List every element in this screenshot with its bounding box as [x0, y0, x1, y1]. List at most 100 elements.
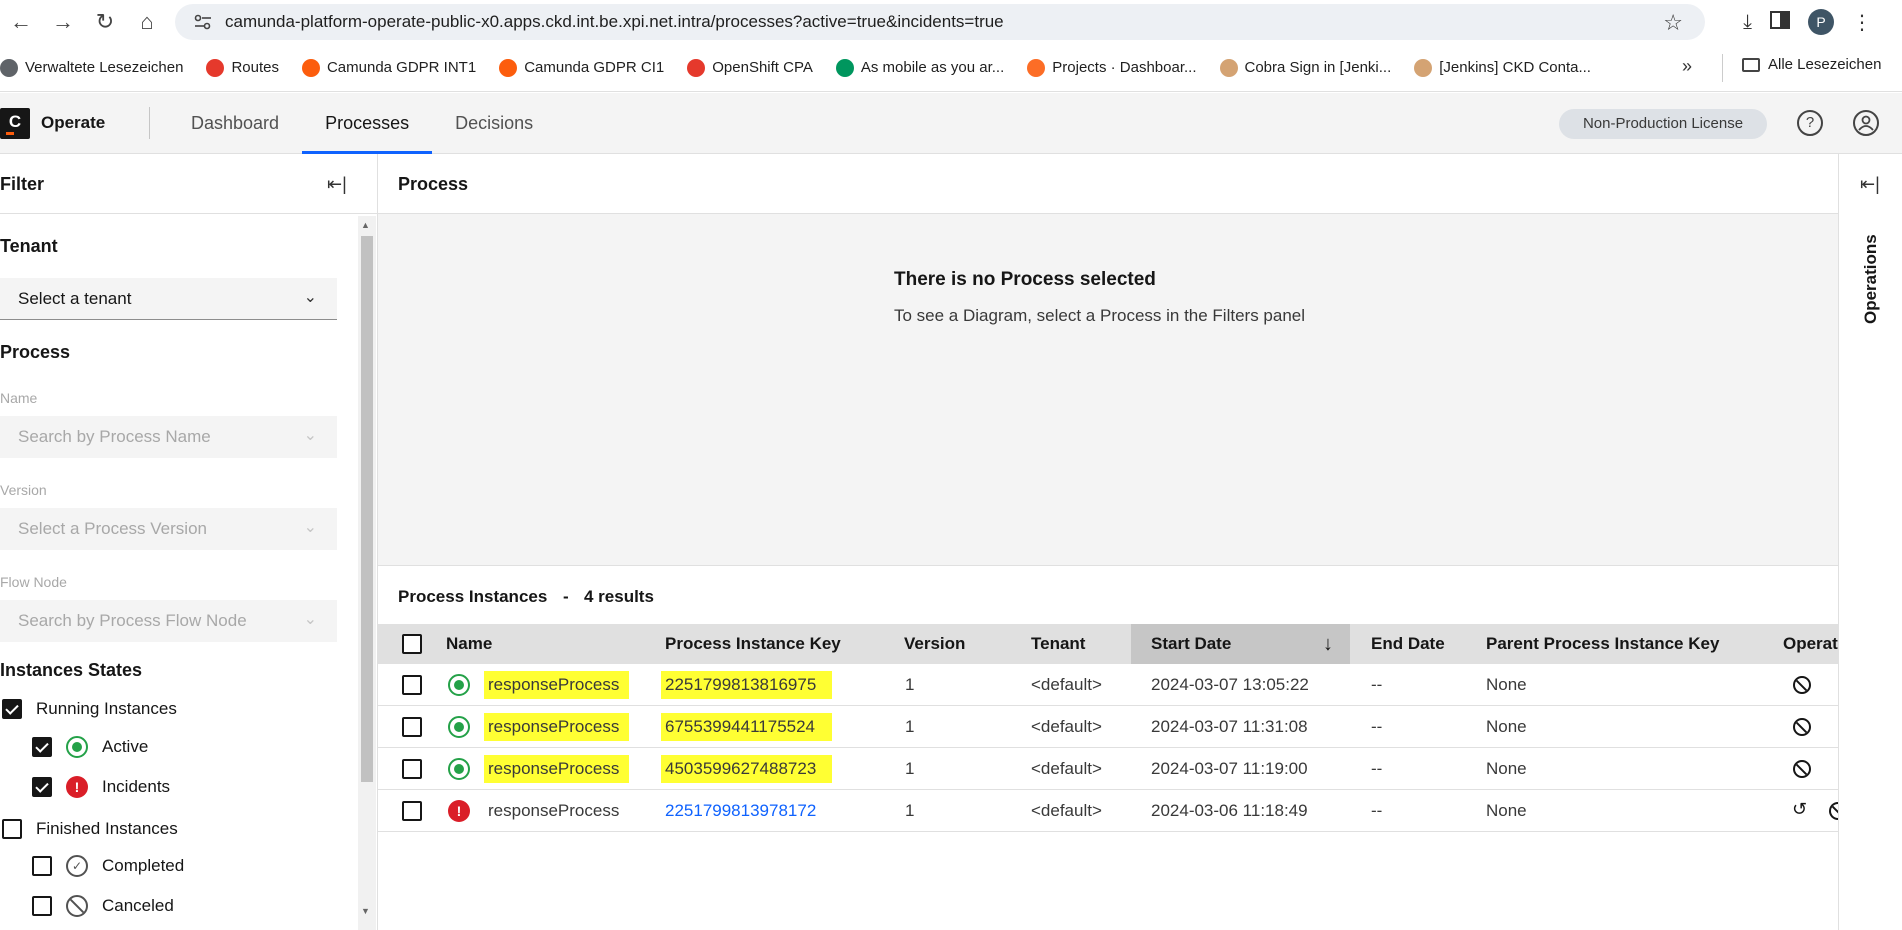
bookmark-item[interactable]: Verwaltete Lesezeichen [0, 58, 183, 77]
more-bookmarks-icon[interactable]: » [1682, 56, 1692, 77]
all-bookmarks-folder[interactable]: Alle Lesezeichen [1742, 56, 1881, 73]
row-checkbox[interactable] [402, 759, 422, 779]
folder-icon [1742, 57, 1760, 72]
profile-avatar[interactable]: P [1808, 9, 1834, 35]
table-row[interactable]: responseProcess 4503599627488723 1 <defa… [378, 748, 1838, 790]
row-checkbox[interactable] [402, 801, 422, 821]
bookmark-item[interactable]: As mobile as you ar... [835, 58, 1004, 77]
app-name[interactable]: Operate [41, 113, 105, 133]
cancel-instance-icon[interactable] [1793, 676, 1811, 694]
completed-checkbox[interactable]: ✓ Completed [32, 855, 184, 877]
browser-toolbar: ← → ↻ ⌂ camunda-platform-operate-public-… [0, 0, 1902, 44]
incident-state-icon: ! [448, 800, 470, 822]
bookmark-label: Routes [231, 59, 279, 76]
flow-node-combobox[interactable]: Search by Process Flow Node ⌄ [0, 600, 337, 642]
row-checkbox[interactable] [402, 675, 422, 695]
column-start-date-label: Start Date [1151, 634, 1232, 653]
column-instance-key[interactable]: Process Instance Key [665, 624, 841, 664]
tab-decisions[interactable]: Decisions [432, 93, 556, 154]
row-checkbox[interactable] [402, 717, 422, 737]
tab-dashboard[interactable]: Dashboard [168, 93, 302, 154]
user-icon[interactable] [1853, 110, 1879, 136]
running-instances-label: Running Instances [36, 699, 177, 718]
help-icon[interactable]: ? [1797, 110, 1823, 136]
process-name-combobox[interactable]: Search by Process Name ⌄ [0, 416, 337, 458]
side-panel-icon[interactable] [1770, 10, 1790, 34]
tenant-select[interactable]: Select a tenant ⌄ [0, 278, 337, 320]
expand-panel-icon[interactable]: ⇤| [1860, 174, 1882, 194]
bookmark-item[interactable]: Routes [206, 58, 279, 77]
running-instances-checkbox[interactable]: Running Instances [2, 699, 177, 719]
checkbox-checked[interactable] [32, 737, 52, 757]
row-tenant: <default> [1031, 717, 1102, 736]
header-divider [149, 107, 150, 139]
tab-processes[interactable]: Processes [302, 93, 433, 154]
bookmark-item[interactable]: Cobra Sign in [Jenki... [1219, 58, 1391, 77]
process-version-select[interactable]: Select a Process Version ⌄ [0, 508, 337, 550]
row-end-date: -- [1371, 675, 1383, 694]
column-end-date[interactable]: End Date [1371, 624, 1445, 664]
canceled-checkbox[interactable]: Canceled [32, 895, 174, 917]
address-bar[interactable]: camunda-platform-operate-public-x0.apps.… [175, 4, 1705, 40]
finished-instances-checkbox[interactable]: Finished Instances [2, 819, 178, 839]
download-icon[interactable]: ⤓ [1743, 11, 1752, 34]
home-icon[interactable]: ⌂ [126, 0, 168, 44]
row-instance-key-link[interactable]: 4503599627488723 [661, 755, 832, 783]
filter-scrollbar-thumb[interactable] [361, 236, 373, 782]
operations-panel: ⇤| Operations [1838, 154, 1902, 930]
row-parent-key: None [1486, 801, 1527, 820]
back-icon[interactable]: ← [0, 0, 42, 44]
column-name[interactable]: Name [446, 624, 492, 664]
column-parent-key[interactable]: Parent Process Instance Key [1486, 624, 1719, 664]
column-version[interactable]: Version [904, 624, 965, 664]
select-all-checkbox[interactable] [402, 634, 422, 654]
url-text[interactable]: camunda-platform-operate-public-x0.apps.… [225, 12, 1004, 32]
main-panel: Process There is no Process selected To … [378, 154, 1841, 930]
retry-instance-icon[interactable]: ↺ [1792, 799, 1807, 820]
filter-panel: Filter ⇤| ▲ ▼ Tenant Select a tenant ⌄ P… [0, 154, 378, 930]
row-instance-key-link[interactable]: 2251799813978172 [665, 790, 816, 832]
column-operations: Operat [1783, 634, 1838, 653]
bookmark-label: [Jenkins] CKD Conta... [1439, 59, 1591, 76]
row-end-date: -- [1371, 801, 1383, 820]
row-tenant: <default> [1031, 675, 1102, 694]
checkbox-unchecked[interactable] [32, 856, 52, 876]
bookmark-favicon-icon [301, 58, 320, 77]
row-version: 1 [905, 717, 915, 736]
row-parent-key: None [1486, 759, 1527, 778]
checkbox-checked[interactable] [2, 699, 22, 719]
row-instance-key-link[interactable]: 2251799813816975 [661, 671, 832, 699]
forward-icon[interactable]: → [42, 0, 84, 44]
incidents-checkbox[interactable]: ! Incidents [32, 776, 170, 798]
bookmark-star-icon[interactable]: ☆ [1663, 10, 1683, 36]
collapse-panel-icon[interactable]: ⇤| [327, 174, 349, 194]
browser-menu-icon[interactable]: ⋮ [1852, 10, 1872, 35]
scroll-down-arrow[interactable]: ▼ [361, 906, 370, 916]
row-start-date: 2024-03-07 11:31:08 [1151, 717, 1308, 736]
row-instance-key-link[interactable]: 6755399441175524 [661, 713, 832, 741]
column-start-date[interactable]: Start Date ↓ [1131, 624, 1350, 664]
bookmark-favicon-icon [835, 58, 854, 77]
table-row[interactable]: responseProcess 2251799813816975 1 <defa… [378, 664, 1838, 706]
column-tenant[interactable]: Tenant [1031, 624, 1085, 664]
bookmark-item[interactable]: [Jenkins] CKD Conta... [1414, 58, 1591, 77]
reload-icon[interactable]: ↻ [84, 0, 126, 44]
checkbox-checked[interactable] [32, 777, 52, 797]
table-row[interactable]: ! responseProcess 2251799813978172 1 <de… [378, 790, 1841, 832]
site-settings-icon[interactable] [185, 14, 221, 30]
checkbox-unchecked[interactable] [32, 896, 52, 916]
bookmark-item[interactable]: Camunda GDPR CI1 [499, 58, 664, 77]
license-badge[interactable]: Non-Production License [1559, 109, 1767, 139]
cancel-instance-icon[interactable] [1793, 718, 1811, 736]
checkbox-unchecked[interactable] [2, 819, 22, 839]
sort-descending-icon[interactable]: ↓ [1323, 624, 1333, 664]
active-checkbox[interactable]: Active [32, 736, 148, 758]
table-row[interactable]: responseProcess 6755399441175524 1 <defa… [378, 706, 1838, 748]
operations-label[interactable]: Operations [1861, 234, 1881, 324]
bookmark-item[interactable]: Projects · Dashboar... [1027, 58, 1197, 77]
bookmark-item[interactable]: Camunda GDPR INT1 [301, 58, 476, 77]
cancel-instance-icon[interactable] [1793, 760, 1811, 778]
camunda-logo[interactable]: C [0, 108, 30, 139]
bookmark-item[interactable]: OpenShift CPA [687, 58, 813, 77]
scroll-up-arrow[interactable]: ▲ [361, 220, 370, 230]
